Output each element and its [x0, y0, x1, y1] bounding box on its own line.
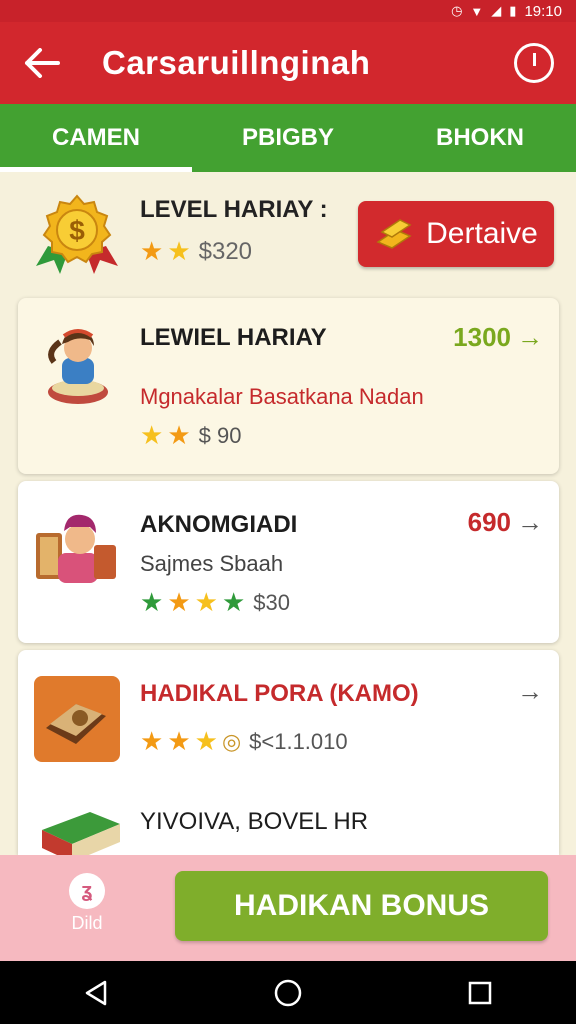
card-subtitle: Mgnakalar Basatkana Nadan — [140, 384, 424, 409]
star-icon: ★ — [167, 236, 191, 266]
reader-illustration-icon — [36, 514, 116, 583]
book-stack-icon — [42, 812, 120, 855]
battery-icon: ▮ — [509, 3, 517, 18]
back-arrow-icon[interactable] — [12, 33, 72, 93]
gift-icon: ʓ — [69, 873, 105, 909]
star-icon: ★ — [167, 587, 191, 617]
alarm-icon: ◷ — [451, 3, 463, 18]
nav-back-icon[interactable] — [71, 968, 121, 1018]
card-title: LEWIEL HARIAY — [140, 324, 327, 351]
card-title: YIVOIVA, BOVEL HR — [140, 808, 369, 835]
card-arrow-link[interactable]: → — [517, 676, 543, 707]
status-bar: ◷ ▼ ◢ ▮ 19:10 — [0, 0, 576, 22]
medal-icon: $ — [36, 194, 118, 274]
arrow-right-icon: → — [517, 507, 543, 537]
star-icon: ★ — [140, 420, 164, 450]
card-subtitle: Sajmes Sbaah — [140, 551, 284, 576]
star-icon: ★ — [167, 726, 191, 756]
star-icon: ★ — [140, 236, 164, 266]
star-icon: ★ — [140, 726, 164, 756]
app-bar: Carsaruillnginah — [0, 22, 576, 104]
card-rating: ★ ★ $ 90 — [140, 420, 241, 451]
arrow-right-icon: → — [517, 676, 543, 706]
timer-icon[interactable] — [514, 43, 554, 83]
signal-icon: ◢ — [491, 3, 502, 18]
tab-bar: CAMEN PBIGBY BHOKN — [0, 104, 576, 172]
card-title: HADIKAL PORA (KAMO) — [140, 680, 419, 707]
treasure-book-icon — [34, 676, 120, 762]
dild-label: Dild — [71, 913, 103, 933]
tab-pbigby[interactable]: PBIGBY — [192, 104, 384, 172]
level-card[interactable]: AKNOMGIADI Sajmes Sbaah 690 → ★ ★ ★ ★ $3… — [18, 481, 559, 643]
bottom-action-bar: ʓ Dild HADIKAN BONUS — [0, 855, 576, 961]
level-header: $ LEVEL HARIAY : ★ ★ $320 Dertaive — [0, 172, 576, 290]
chef-illustration-icon — [48, 329, 108, 404]
level-header-price: $320 — [198, 237, 253, 265]
coin-icon: ◎ — [221, 728, 242, 754]
card-price: 1300 — [453, 322, 511, 352]
card-title: AKNOMGIADI — [140, 511, 298, 538]
tab-camen[interactable]: CAMEN — [0, 104, 192, 172]
star-icon: ★ — [140, 587, 164, 617]
nav-home-icon[interactable] — [263, 968, 313, 1018]
bonus-button[interactable]: HADIKAN BONUS — [175, 871, 548, 941]
star-icon: ★ — [221, 587, 246, 617]
page-title: Carsaruillnginah — [102, 44, 371, 81]
arrow-right-icon: → — [517, 322, 543, 352]
tab-bhokn[interactable]: BHOKN — [384, 104, 576, 172]
card-price-link[interactable]: 1300 → — [453, 322, 543, 353]
card-rating-value: $ 90 — [198, 422, 242, 448]
system-nav-bar — [0, 961, 576, 1024]
level-card[interactable]: LEWIEL HARIAY Mgnakalar Basatkana Nadan … — [18, 298, 559, 474]
svg-text:$: $ — [69, 215, 85, 246]
gold-bars-icon — [376, 219, 412, 249]
dild-button[interactable]: ʓ Dild — [58, 873, 116, 949]
level-card[interactable]: HADIKAL PORA (KAMO) → ★ ★ ★ ◎ $<1.1.010 … — [18, 650, 559, 855]
derive-button-label: Dertaive — [426, 217, 538, 250]
card-rating: ★ ★ ★ ★ $30 — [140, 587, 290, 618]
wifi-icon: ▼ — [470, 3, 484, 19]
card-price-link[interactable]: 690 → — [468, 507, 543, 538]
nav-recents-icon[interactable] — [455, 968, 505, 1018]
status-time: 19:10 — [524, 2, 562, 20]
star-icon: ★ — [194, 726, 218, 756]
derive-button[interactable]: Dertaive — [358, 201, 554, 267]
star-icon: ★ — [194, 587, 218, 617]
level-header-title: LEVEL HARIAY : — [140, 196, 328, 223]
star-icon: ★ — [167, 420, 191, 450]
card-price: 690 — [467, 507, 511, 537]
card-rating-value: $<1.1.010 — [249, 728, 348, 754]
card-rating-value: $30 — [253, 589, 290, 615]
card-rating: ★ ★ ★ ◎ $<1.1.010 — [140, 726, 348, 757]
level-header-rating: ★ ★ $320 — [140, 236, 252, 267]
